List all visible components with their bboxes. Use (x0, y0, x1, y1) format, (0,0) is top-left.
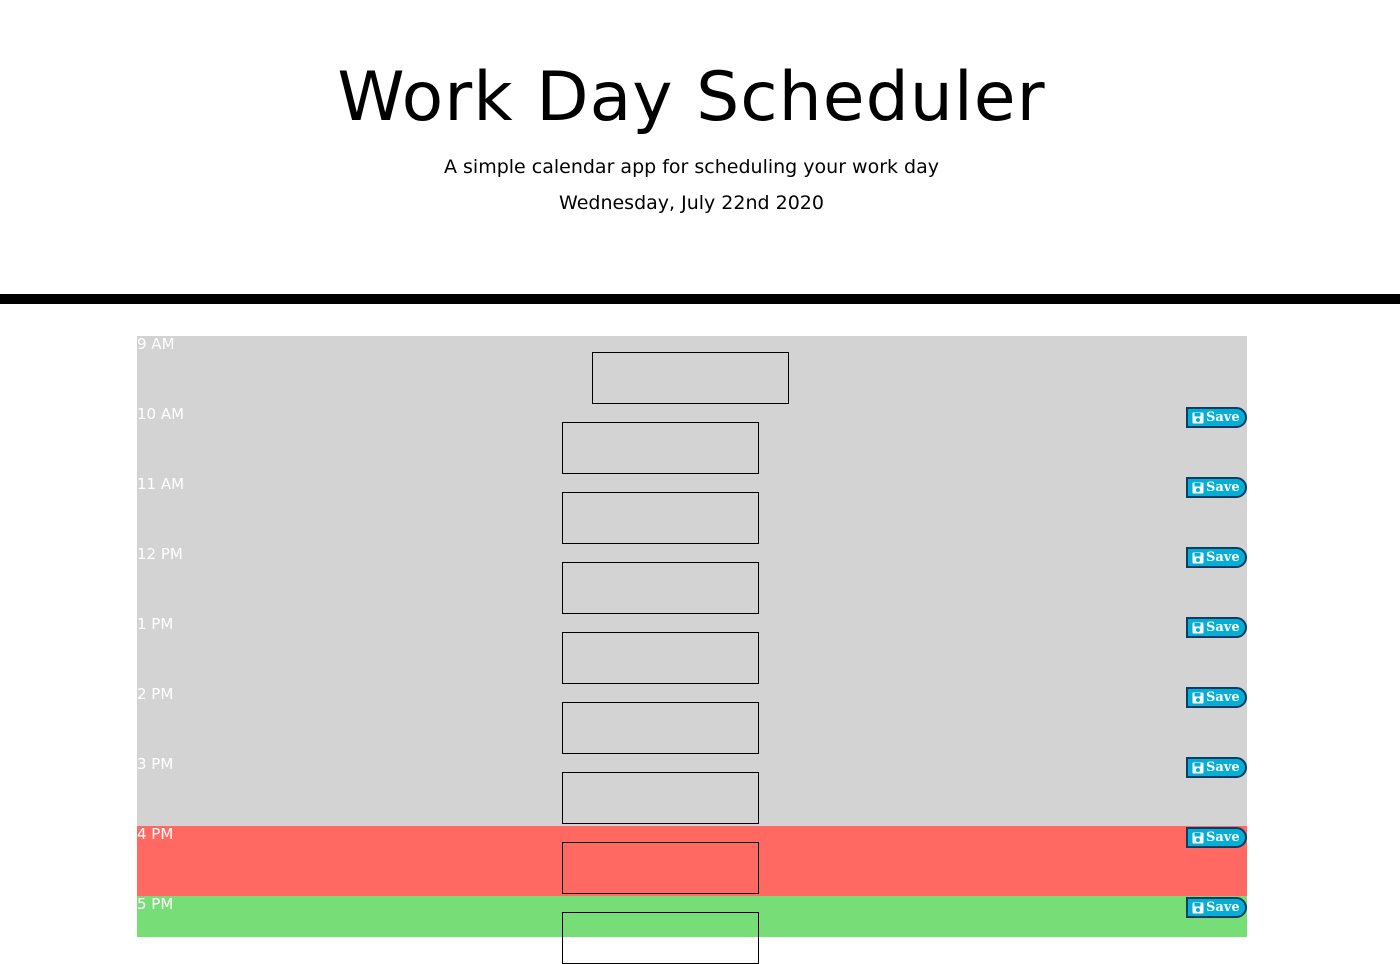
save-label: Save (1206, 620, 1240, 635)
time-block: 2 PM (137, 686, 1247, 756)
save-button[interactable]: Save (1186, 897, 1247, 918)
task-input[interactable] (592, 352, 789, 404)
save-button[interactable]: Save (1186, 407, 1247, 428)
task-input[interactable] (562, 702, 759, 754)
task-input[interactable] (562, 562, 759, 614)
save-button[interactable]: Save (1186, 617, 1247, 638)
time-block: 11 AM (137, 476, 1247, 546)
save-label: Save (1206, 480, 1240, 495)
schedule: 9 AM 10 AM 11 AM 12 PM 1 PM 2 PM 3 PM 4 PM 5 PM S… (137, 336, 1247, 964)
time-block: 12 PM (137, 546, 1247, 616)
hour-label: 10 AM (137, 405, 185, 423)
floppy-disk-icon (1192, 762, 1204, 773)
hour-label: 1 PM (137, 615, 174, 633)
task-input[interactable] (562, 632, 759, 684)
time-block: 9 AM (137, 336, 1247, 406)
hour-label: 11 AM (137, 475, 185, 493)
time-block: 4 PM (137, 826, 1247, 896)
floppy-disk-icon (1192, 832, 1204, 843)
save-button[interactable]: Save (1186, 827, 1247, 848)
app-subtitle: A simple calendar app for scheduling you… (443, 156, 940, 178)
hour-label: 4 PM (137, 825, 174, 843)
time-block: 3 PM (137, 756, 1247, 826)
header: Work Day Scheduler A simple calendar app… (0, 0, 1400, 294)
save-label: Save (1206, 900, 1240, 915)
hour-label: 5 PM (137, 895, 174, 913)
time-block: 5 PM (137, 895, 1247, 964)
save-button[interactable]: Save (1186, 547, 1247, 568)
hour-label: 12 PM (137, 545, 183, 563)
save-button[interactable]: Save (1186, 757, 1247, 778)
header-divider (0, 294, 1400, 304)
time-block: 10 AM (137, 406, 1247, 476)
hour-label: 3 PM (137, 755, 174, 773)
task-input[interactable] (562, 772, 759, 824)
save-label: Save (1206, 550, 1240, 565)
task-input[interactable] (562, 492, 759, 544)
current-day: Wednesday, July 22nd 2020 (559, 192, 824, 214)
task-input[interactable] (562, 912, 759, 964)
save-label: Save (1206, 690, 1240, 705)
save-label: Save (1206, 830, 1240, 845)
task-input[interactable] (562, 842, 759, 894)
hour-label: 9 AM (137, 335, 175, 353)
floppy-disk-icon (1192, 552, 1204, 563)
hour-label: 2 PM (137, 685, 174, 703)
time-block: 1 PM (137, 616, 1247, 686)
save-label: Save (1206, 410, 1240, 425)
save-label: Save (1206, 760, 1240, 775)
floppy-disk-icon (1192, 412, 1204, 423)
app-title: Work Day Scheduler (337, 58, 1046, 137)
save-button[interactable]: Save (1186, 477, 1247, 498)
save-button[interactable]: Save (1186, 687, 1247, 708)
floppy-disk-icon (1192, 692, 1204, 703)
floppy-disk-icon (1192, 482, 1204, 493)
task-input[interactable] (562, 422, 759, 474)
floppy-disk-icon (1192, 622, 1204, 633)
floppy-disk-icon (1192, 902, 1204, 913)
